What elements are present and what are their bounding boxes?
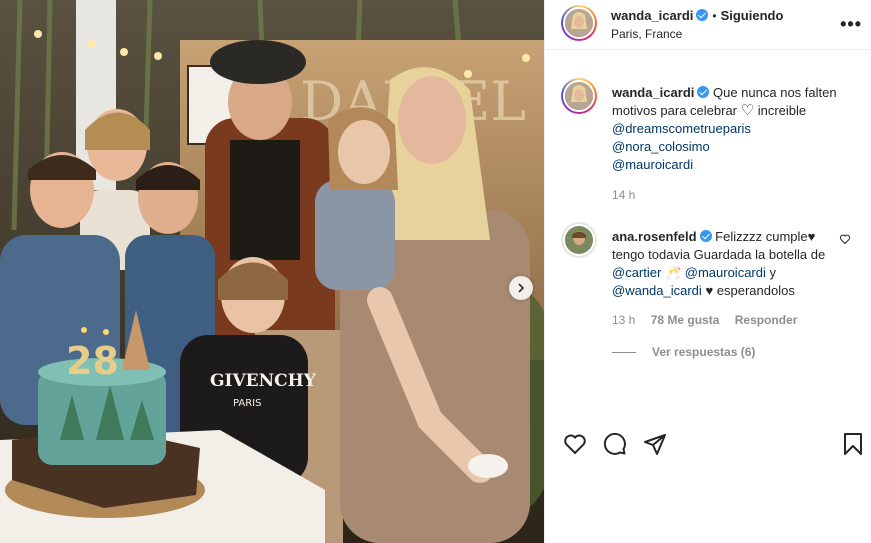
avatar-photo bbox=[565, 226, 593, 254]
comment-text: ana.rosenfeld Felizzzz cumple♥ tengo tod… bbox=[612, 228, 837, 300]
caption-body-end: increible bbox=[757, 103, 807, 118]
share-button[interactable] bbox=[641, 430, 669, 458]
next-arrow-icon bbox=[518, 283, 525, 293]
toast-emoji: 🥂 bbox=[664, 265, 682, 280]
like-comment-icon[interactable] bbox=[839, 233, 851, 245]
following-button[interactable]: Siguiendo bbox=[721, 8, 784, 23]
next-image-button[interactable] bbox=[509, 276, 533, 300]
comment-time[interactable]: 13 h bbox=[612, 313, 635, 327]
post-header: wanda_icardi • Siguiendo Paris, France ••• bbox=[545, 0, 871, 50]
verified-icon bbox=[697, 86, 710, 98]
share-icon bbox=[644, 434, 666, 455]
comment-button[interactable] bbox=[601, 430, 629, 458]
comment-likes[interactable]: 78 Me gusta bbox=[651, 313, 720, 327]
verified-icon bbox=[699, 230, 712, 242]
comment-meta: 13 h 78 Me gusta Responder bbox=[612, 313, 797, 327]
mention-link[interactable]: @mauroicardi bbox=[612, 157, 693, 172]
more-icon[interactable]: ••• bbox=[840, 14, 862, 35]
reply-button[interactable]: Responder bbox=[735, 313, 798, 327]
heart-outline-icon: ♡ bbox=[740, 102, 755, 119]
comment-icon bbox=[603, 432, 626, 455]
cake-number-text: 28 bbox=[66, 339, 119, 383]
comment-connector: y bbox=[769, 265, 777, 280]
post-location[interactable]: Paris, France bbox=[611, 27, 682, 41]
avatar-photo bbox=[565, 82, 593, 110]
mention-link[interactable]: @wanda_icardi bbox=[612, 283, 702, 298]
caption-username[interactable]: wanda_icardi bbox=[612, 85, 694, 100]
replies-divider bbox=[612, 352, 636, 354]
heart-icon bbox=[564, 434, 586, 455]
view-replies-button[interactable]: Ver respuestas (6) bbox=[612, 345, 755, 359]
mention-link[interactable]: @cartier bbox=[612, 265, 661, 280]
like-button[interactable] bbox=[561, 430, 589, 458]
save-icon bbox=[844, 433, 862, 455]
post-photo[interactable]: DANIEL bbox=[0, 0, 544, 543]
author-username[interactable]: wanda_icardi bbox=[611, 8, 693, 23]
caption-text: wanda_icardi Que nunca nos falten motivo… bbox=[612, 84, 847, 174]
caption-avatar[interactable] bbox=[561, 78, 597, 114]
view-replies-label: Ver respuestas (6) bbox=[652, 345, 756, 359]
author-avatar[interactable] bbox=[561, 5, 597, 41]
avatar-photo bbox=[565, 9, 593, 37]
photo-illustration: DANIEL bbox=[0, 0, 544, 543]
comment-item: ana.rosenfeld Felizzzz cumple♥ tengo tod… bbox=[545, 216, 871, 366]
verified-icon bbox=[696, 9, 709, 21]
save-button[interactable] bbox=[839, 430, 867, 458]
post-sidebar: wanda_icardi • Siguiendo Paris, France •••… bbox=[544, 0, 871, 543]
caption-block: wanda_icardi Que nunca nos falten motivo… bbox=[545, 70, 871, 210]
mention-link[interactable]: @nora_colosimo bbox=[612, 139, 710, 154]
shirt-city-text: PARIS bbox=[233, 398, 261, 409]
mention-link[interactable]: @dreamscometrueparis bbox=[612, 121, 751, 136]
shirt-brand-text: GIVENCHY bbox=[210, 371, 317, 391]
caption-time[interactable]: 14 h bbox=[612, 188, 635, 202]
mention-link[interactable]: @mauroicardi bbox=[685, 265, 766, 280]
commenter-username[interactable]: ana.rosenfeld bbox=[612, 229, 697, 244]
commenter-avatar[interactable] bbox=[561, 222, 597, 258]
separator-dot: • bbox=[712, 9, 717, 23]
comment-body-end: ♥ esperandolos bbox=[705, 283, 795, 298]
action-bar bbox=[545, 430, 871, 462]
